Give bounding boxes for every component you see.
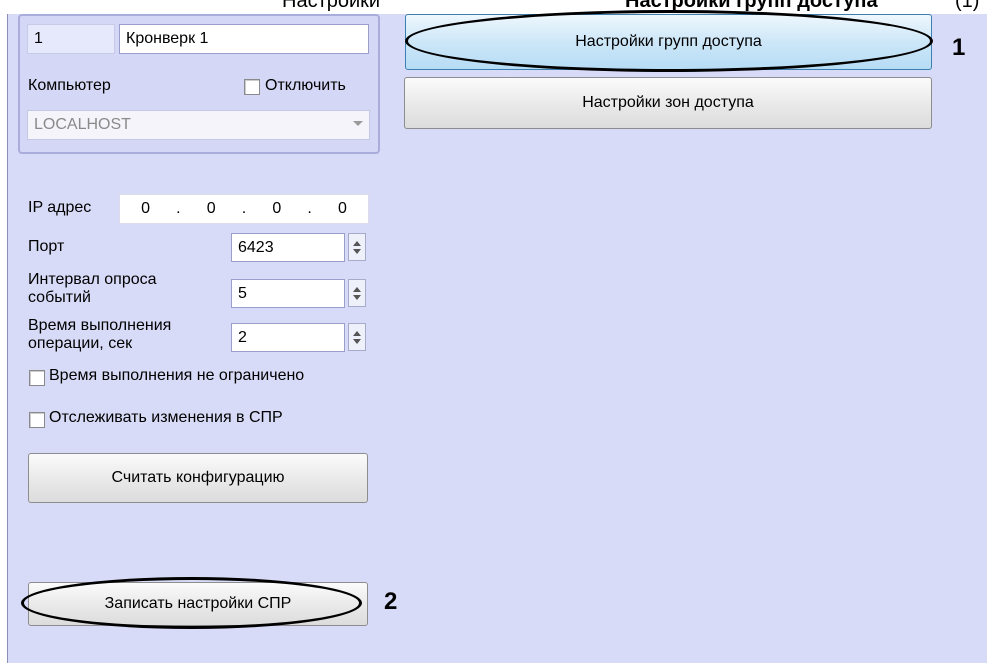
spin-down-icon: [353, 248, 361, 254]
poll-interval-label: Интервал опроса событий: [28, 271, 157, 307]
ip-label: IP адрес: [28, 199, 92, 216]
poll-interval-value: 5: [238, 284, 247, 302]
computer-combobox[interactable]: LOCALHOST: [27, 110, 370, 140]
spin-down-icon: [353, 294, 361, 300]
disable-checkbox[interactable]: [244, 79, 260, 95]
ip-dot-1: .: [176, 200, 181, 217]
computer-label: Компьютер: [28, 77, 111, 94]
access-zones-button[interactable]: Настройки зон доступа: [404, 77, 932, 129]
poll-interval-label-line1: Интервал опроса: [28, 271, 157, 288]
unlimited-exec-label: Время выполнения не ограничено: [49, 367, 305, 384]
exec-time-label: Время выполнения операции, сек: [28, 317, 171, 353]
exec-time-label-line1: Время выполнения: [28, 317, 172, 334]
device-name-value: Кронверк 1: [126, 30, 209, 47]
port-label: Порт: [28, 238, 65, 255]
ip-dot-3: .: [307, 200, 312, 217]
track-changes-label: Отслеживать изменения в СПР: [49, 409, 283, 426]
ip-address-field[interactable]: 0 . 0 . 0 . 0: [119, 194, 369, 224]
read-config-button[interactable]: Считать конфигурацию: [28, 453, 368, 503]
ip-octet-2: 0: [206, 200, 216, 217]
poll-interval-spinner[interactable]: [348, 279, 366, 307]
device-id-field[interactable]: 1: [27, 24, 115, 54]
chevron-down-icon: [353, 121, 363, 126]
device-name-field[interactable]: Кронверк 1: [119, 24, 369, 54]
unlimited-exec-checkbox[interactable]: [29, 370, 45, 386]
ip-octet-3: 0: [272, 200, 282, 217]
ip-dot-2: .: [241, 200, 247, 217]
settings-panel: 1 Кронверк 1 Компьютер Отключить LOCALHO…: [7, 10, 987, 663]
spin-down-icon: [353, 338, 361, 344]
spin-up-icon: [353, 240, 361, 246]
annotation-number-1: 1: [952, 34, 966, 61]
spin-up-icon: [353, 286, 361, 292]
caption-right: (1): [955, 0, 980, 12]
access-groups-button[interactable]: Настройки групп доступа: [405, 14, 932, 70]
caption-center: Настройки групп доступа: [625, 0, 878, 12]
port-field[interactable]: 6423: [231, 233, 345, 262]
poll-interval-label-line2: событий: [28, 289, 91, 306]
ip-octet-1: 0: [141, 200, 150, 217]
disable-label: Отключить: [265, 77, 346, 94]
ip-octet-4: 0: [337, 200, 347, 217]
poll-interval-field[interactable]: 5: [231, 279, 345, 308]
track-changes-checkbox[interactable]: [29, 412, 45, 428]
caption-left: Настройки: [282, 0, 381, 12]
spin-up-icon: [353, 330, 361, 336]
annotation-number-2: 2: [384, 588, 398, 615]
exec-time-value: 2: [238, 328, 247, 346]
computer-value: LOCALHOST: [34, 116, 131, 133]
port-spinner[interactable]: [348, 233, 366, 261]
exec-time-spinner[interactable]: [348, 323, 366, 351]
port-value: 6423: [238, 238, 274, 256]
device-id-value: 1: [34, 30, 43, 47]
write-settings-button[interactable]: Записать настройки СПР: [28, 582, 368, 626]
exec-time-field[interactable]: 2: [231, 323, 345, 352]
exec-time-label-line2: операции, сек: [28, 335, 133, 352]
